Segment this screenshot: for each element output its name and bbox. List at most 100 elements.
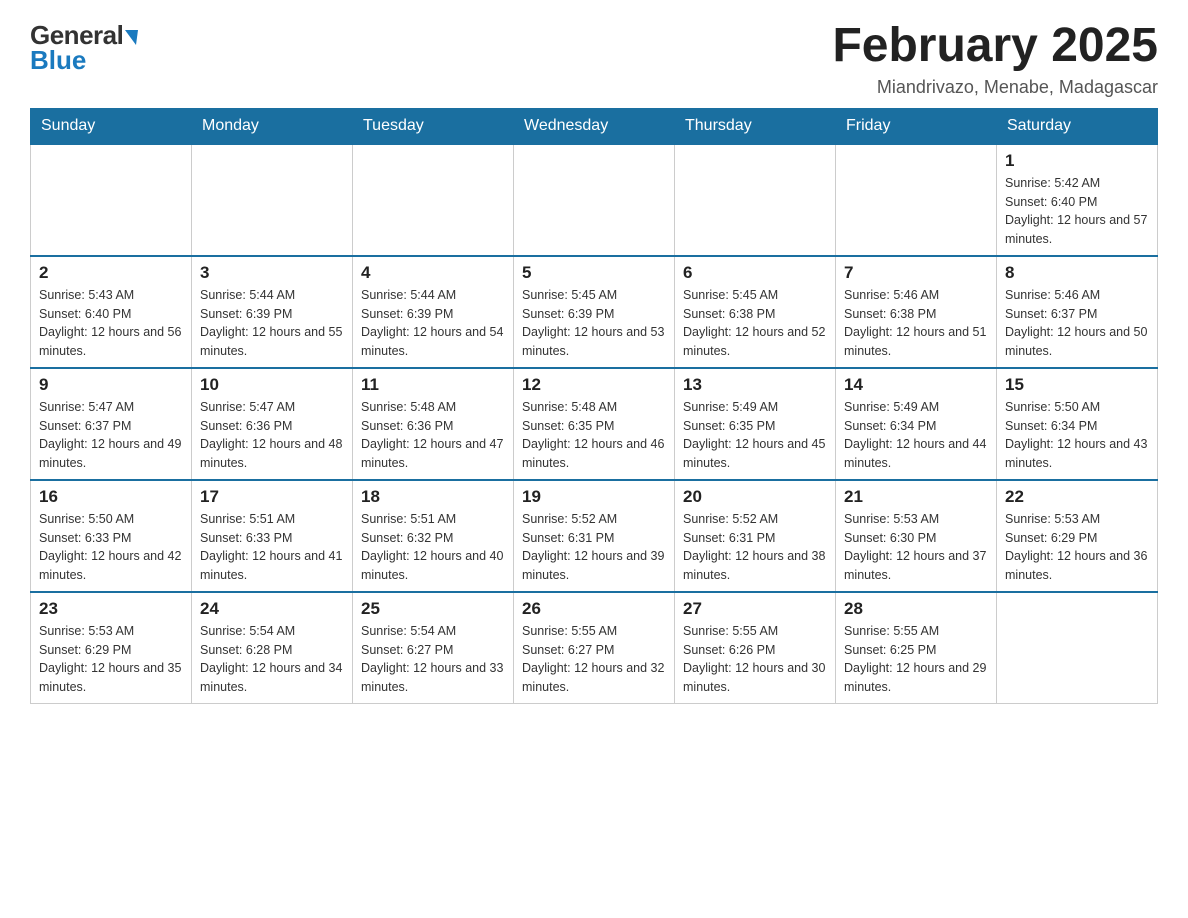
day-info: Sunrise: 5:51 AMSunset: 6:33 PMDaylight:…	[200, 510, 344, 585]
day-number: 1	[1005, 151, 1149, 171]
logo-triangle-icon	[125, 30, 138, 45]
day-info: Sunrise: 5:52 AMSunset: 6:31 PMDaylight:…	[683, 510, 827, 585]
day-number: 13	[683, 375, 827, 395]
calendar-week-4: 16 Sunrise: 5:50 AMSunset: 6:33 PMDayligh…	[31, 480, 1158, 592]
calendar-cell: 8Sunrise: 5:46 AMSunset: 6:37 PMDaylight…	[997, 256, 1158, 368]
calendar-header: SundayMondayTuesdayWednesdayThursdayFrid…	[31, 108, 1158, 144]
calendar-cell: 14 Sunrise: 5:49 AMSunset: 6:34 PMDayligh…	[836, 368, 997, 480]
day-info: Sunrise: 5:54 AMSunset: 6:28 PMDaylight:…	[200, 622, 344, 697]
day-number: 20	[683, 487, 827, 507]
weekday-header-saturday: Saturday	[997, 108, 1158, 144]
day-info: Sunrise: 5:48 AMSunset: 6:35 PMDaylight:…	[522, 398, 666, 473]
day-info: Sunrise: 5:49 AMSunset: 6:34 PMDaylight:…	[844, 398, 988, 473]
day-info: Sunrise: 5:52 AMSunset: 6:31 PMDaylight:…	[522, 510, 666, 585]
calendar-cell	[353, 144, 514, 256]
calendar-cell: 7 Sunrise: 5:46 AMSunset: 6:38 PMDaylight…	[836, 256, 997, 368]
day-info: Sunrise: 5:53 AMSunset: 6:29 PMDaylight:…	[1005, 510, 1149, 585]
day-number: 10	[200, 375, 344, 395]
calendar-cell: 4Sunrise: 5:44 AMSunset: 6:39 PMDaylight…	[353, 256, 514, 368]
location-text: Miandrivazo, Menabe, Madagascar	[832, 77, 1158, 98]
calendar-cell: 25Sunrise: 5:54 AMSunset: 6:27 PMDayligh…	[353, 592, 514, 704]
calendar-week-2: 2 Sunrise: 5:43 AMSunset: 6:40 PMDaylight…	[31, 256, 1158, 368]
weekday-header-monday: Monday	[192, 108, 353, 144]
day-number: 3	[200, 263, 344, 283]
calendar-cell: 6 Sunrise: 5:45 AMSunset: 6:38 PMDaylight…	[675, 256, 836, 368]
calendar-cell: 15 Sunrise: 5:50 AMSunset: 6:34 PMDayligh…	[997, 368, 1158, 480]
day-number: 17	[200, 487, 344, 507]
title-section: February 2025 Miandrivazo, Menabe, Madag…	[832, 20, 1158, 98]
calendar-cell	[192, 144, 353, 256]
calendar-cell: 3 Sunrise: 5:44 AMSunset: 6:39 PMDaylight…	[192, 256, 353, 368]
calendar-cell: 2 Sunrise: 5:43 AMSunset: 6:40 PMDaylight…	[31, 256, 192, 368]
day-number: 8	[1005, 263, 1149, 283]
calendar-cell: 19 Sunrise: 5:52 AMSunset: 6:31 PMDayligh…	[514, 480, 675, 592]
calendar-body: 1 Sunrise: 5:42 AMSunset: 6:40 PMDaylight…	[31, 144, 1158, 704]
day-info: Sunrise: 5:43 AMSunset: 6:40 PMDaylight:…	[39, 286, 183, 361]
calendar-cell: 11 Sunrise: 5:48 AMSunset: 6:36 PMDayligh…	[353, 368, 514, 480]
day-number: 23	[39, 599, 183, 619]
calendar-cell: 28 Sunrise: 5:55 AMSunset: 6:25 PMDayligh…	[836, 592, 997, 704]
day-info: Sunrise: 5:55 AMSunset: 6:27 PMDaylight:…	[522, 622, 666, 697]
day-info: Sunrise: 5:48 AMSunset: 6:36 PMDaylight:…	[361, 398, 505, 473]
calendar-table: SundayMondayTuesdayWednesdayThursdayFrid…	[30, 108, 1158, 704]
day-info: Sunrise: 5:53 AMSunset: 6:29 PMDaylight:…	[39, 622, 183, 697]
calendar-cell: 16 Sunrise: 5:50 AMSunset: 6:33 PMDayligh…	[31, 480, 192, 592]
calendar-cell: 18 Sunrise: 5:51 AMSunset: 6:32 PMDayligh…	[353, 480, 514, 592]
day-number: 6	[683, 263, 827, 283]
day-number: 15	[1005, 375, 1149, 395]
calendar-cell: 13Sunrise: 5:49 AMSunset: 6:35 PMDayligh…	[675, 368, 836, 480]
day-info: Sunrise: 5:50 AMSunset: 6:34 PMDaylight:…	[1005, 398, 1149, 473]
day-number: 7	[844, 263, 988, 283]
day-number: 5	[522, 263, 666, 283]
calendar-cell	[836, 144, 997, 256]
weekday-header-tuesday: Tuesday	[353, 108, 514, 144]
calendar-cell: 9 Sunrise: 5:47 AMSunset: 6:37 PMDaylight…	[31, 368, 192, 480]
day-number: 2	[39, 263, 183, 283]
day-number: 19	[522, 487, 666, 507]
calendar-cell: 21 Sunrise: 5:53 AMSunset: 6:30 PMDayligh…	[836, 480, 997, 592]
day-info: Sunrise: 5:45 AMSunset: 6:38 PMDaylight:…	[683, 286, 827, 361]
day-number: 25	[361, 599, 505, 619]
weekday-header-friday: Friday	[836, 108, 997, 144]
day-info: Sunrise: 5:51 AMSunset: 6:32 PMDaylight:…	[361, 510, 505, 585]
day-info: Sunrise: 5:53 AMSunset: 6:30 PMDaylight:…	[844, 510, 988, 585]
day-info: Sunrise: 5:45 AMSunset: 6:39 PMDaylight:…	[522, 286, 666, 361]
day-number: 24	[200, 599, 344, 619]
day-number: 11	[361, 375, 505, 395]
calendar-cell: 26 Sunrise: 5:55 AMSunset: 6:27 PMDayligh…	[514, 592, 675, 704]
calendar-week-3: 9 Sunrise: 5:47 AMSunset: 6:37 PMDaylight…	[31, 368, 1158, 480]
day-info: Sunrise: 5:46 AMSunset: 6:38 PMDaylight:…	[844, 286, 988, 361]
weekday-header-row: SundayMondayTuesdayWednesdayThursdayFrid…	[31, 108, 1158, 144]
day-number: 28	[844, 599, 988, 619]
day-number: 27	[683, 599, 827, 619]
day-info: Sunrise: 5:50 AMSunset: 6:33 PMDaylight:…	[39, 510, 183, 585]
calendar-cell: 10Sunrise: 5:47 AMSunset: 6:36 PMDayligh…	[192, 368, 353, 480]
calendar-cell: 17 Sunrise: 5:51 AMSunset: 6:33 PMDayligh…	[192, 480, 353, 592]
logo-blue-text: Blue	[30, 45, 86, 76]
day-info: Sunrise: 5:42 AMSunset: 6:40 PMDaylight:…	[1005, 174, 1149, 249]
month-title: February 2025	[832, 20, 1158, 73]
calendar-week-5: 23 Sunrise: 5:53 AMSunset: 6:29 PMDayligh…	[31, 592, 1158, 704]
calendar-cell	[514, 144, 675, 256]
day-number: 9	[39, 375, 183, 395]
calendar-cell: 12Sunrise: 5:48 AMSunset: 6:35 PMDayligh…	[514, 368, 675, 480]
weekday-header-sunday: Sunday	[31, 108, 192, 144]
day-number: 21	[844, 487, 988, 507]
day-number: 26	[522, 599, 666, 619]
calendar-cell: 20 Sunrise: 5:52 AMSunset: 6:31 PMDayligh…	[675, 480, 836, 592]
day-info: Sunrise: 5:47 AMSunset: 6:37 PMDaylight:…	[39, 398, 183, 473]
calendar-cell: 24 Sunrise: 5:54 AMSunset: 6:28 PMDayligh…	[192, 592, 353, 704]
calendar-cell: 23 Sunrise: 5:53 AMSunset: 6:29 PMDayligh…	[31, 592, 192, 704]
calendar-cell	[675, 144, 836, 256]
day-number: 22	[1005, 487, 1149, 507]
calendar-cell: 1 Sunrise: 5:42 AMSunset: 6:40 PMDaylight…	[997, 144, 1158, 256]
day-info: Sunrise: 5:44 AMSunset: 6:39 PMDaylight:…	[200, 286, 344, 361]
calendar-cell: 27 Sunrise: 5:55 AMSunset: 6:26 PMDayligh…	[675, 592, 836, 704]
day-number: 16	[39, 487, 183, 507]
day-info: Sunrise: 5:55 AMSunset: 6:25 PMDaylight:…	[844, 622, 988, 697]
day-number: 18	[361, 487, 505, 507]
logo: General Blue	[30, 20, 138, 76]
day-info: Sunrise: 5:55 AMSunset: 6:26 PMDaylight:…	[683, 622, 827, 697]
calendar-week-1: 1 Sunrise: 5:42 AMSunset: 6:40 PMDaylight…	[31, 144, 1158, 256]
day-number: 14	[844, 375, 988, 395]
